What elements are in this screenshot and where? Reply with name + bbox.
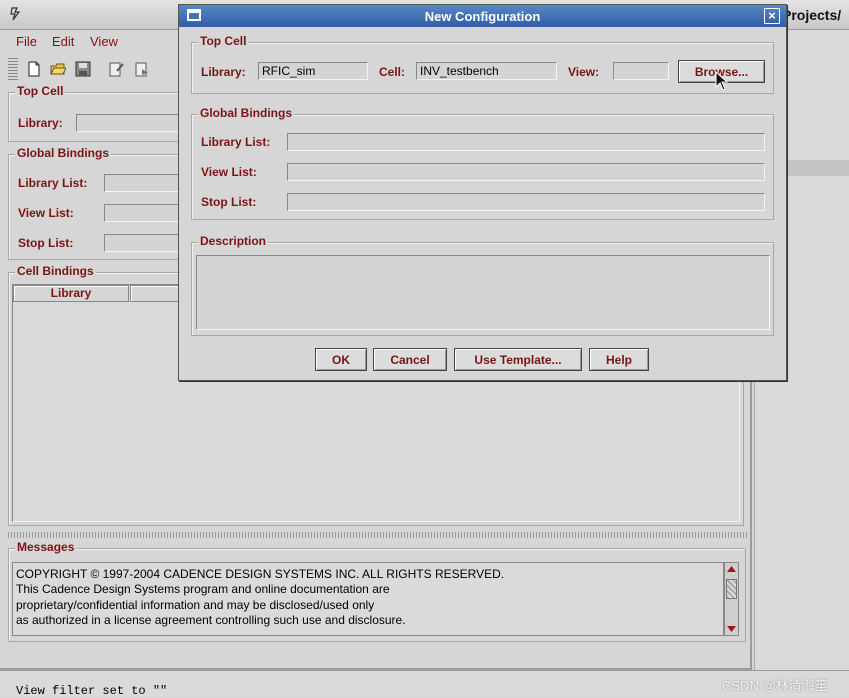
dialog-stop-list-label: Stop List:	[201, 195, 257, 209]
description-textarea[interactable]	[196, 255, 770, 330]
status-text: View filter set to ""	[16, 684, 168, 698]
main-cell-bindings-legend: Cell Bindings	[15, 264, 96, 278]
messages-scroll-thumb[interactable]	[726, 579, 737, 599]
dialog-view-list-input[interactable]	[287, 163, 765, 181]
menu-view[interactable]: View	[90, 34, 118, 49]
save-icon[interactable]	[75, 61, 91, 77]
main-library-list-label: Library List:	[18, 176, 88, 190]
cancel-button[interactable]: Cancel	[373, 348, 447, 371]
main-title-fragment: Projects/	[782, 7, 842, 23]
ok-button[interactable]: OK	[315, 348, 367, 371]
dialog-top-cell-legend: Top Cell	[198, 34, 249, 48]
dialog-stop-list-input[interactable]	[287, 193, 765, 211]
watermark: CSDN @林清海笙	[722, 678, 828, 693]
new-configuration-dialog: New Configuration × Top Cell Library: RF…	[178, 4, 787, 381]
menu-file[interactable]: File	[16, 34, 37, 49]
main-stop-list-field[interactable]	[104, 234, 186, 252]
table-header-library[interactable]: Library	[13, 285, 129, 302]
dialog-view-label: View:	[568, 65, 600, 79]
main-view-list-field[interactable]	[104, 204, 186, 222]
main-global-bindings-legend: Global Bindings	[15, 146, 111, 160]
toolbar-grip	[8, 58, 18, 80]
main-view-list-label: View List:	[18, 206, 74, 220]
pane-splitter[interactable]	[8, 532, 748, 538]
message-line-1: COPYRIGHT © 1997-2004 CADENCE DESIGN SYS…	[16, 567, 505, 581]
edit-doc-icon[interactable]	[108, 61, 124, 77]
dialog-description-legend: Description	[198, 234, 269, 248]
main-library-list-field[interactable]	[104, 174, 186, 192]
dialog-cell-input[interactable]: INV_testbench	[416, 62, 557, 80]
edit-doc2-icon[interactable]	[134, 61, 150, 77]
open-folder-icon[interactable]	[50, 61, 67, 77]
message-line-4: as authorized in a license agreement con…	[16, 613, 406, 627]
app-icon[interactable]	[8, 6, 24, 22]
messages-scrollbar[interactable]	[724, 562, 739, 636]
dialog-view-input[interactable]	[613, 62, 669, 80]
messages-legend: Messages	[15, 540, 77, 554]
background-window-band	[786, 160, 849, 176]
dialog-library-list-label: Library List:	[201, 135, 271, 149]
message-line-2: This Cadence Design Systems program and …	[16, 582, 390, 596]
dialog-title: New Configuration	[424, 8, 541, 24]
dialog-view-list-label: View List:	[201, 165, 257, 179]
table-header-library-label: Library	[50, 286, 92, 300]
dialog-library-label: Library:	[201, 65, 246, 79]
message-line-3: proprietary/confidential information and…	[16, 598, 375, 612]
help-button[interactable]: Help	[589, 348, 649, 371]
window-menu-icon[interactable]	[187, 9, 201, 21]
dialog-library-list-input[interactable]	[287, 133, 765, 151]
dialog-library-input[interactable]: RFIC_sim	[258, 62, 368, 80]
dialog-cell-label: Cell:	[379, 65, 406, 79]
mouse-cursor-icon	[715, 70, 729, 91]
scroll-up-icon[interactable]	[726, 564, 737, 575]
status-bar: View filter set to "" CSDN @林清海笙	[0, 670, 849, 698]
dialog-global-bindings-legend: Global Bindings	[198, 106, 294, 120]
close-icon[interactable]: ×	[764, 8, 780, 24]
dialog-titlebar[interactable]: New Configuration ×	[179, 5, 786, 27]
menu-edit[interactable]: Edit	[52, 34, 74, 49]
use-template-button[interactable]: Use Template...	[454, 348, 582, 371]
scroll-down-icon[interactable]	[726, 623, 737, 634]
main-stop-list-label: Stop List:	[18, 236, 74, 250]
main-top-cell-legend: Top Cell	[15, 84, 66, 98]
new-file-icon[interactable]	[26, 61, 42, 77]
main-library-field[interactable]	[76, 114, 186, 132]
main-library-label: Library:	[18, 116, 63, 130]
